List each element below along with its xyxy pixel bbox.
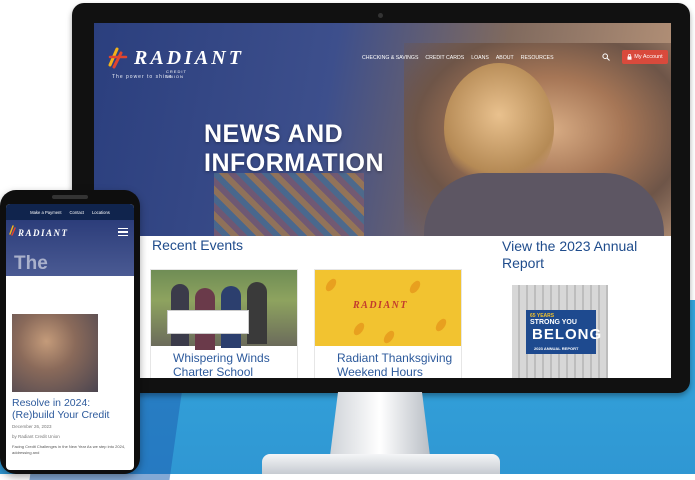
hero-banner: RADIANT CREDIT UNION The power to shine … [94, 23, 671, 236]
phone-link-contact[interactable]: Contact [70, 210, 84, 215]
blog-post-author: by Radiant Credit Union [12, 434, 60, 439]
badge-strong: STRONG YOU [530, 319, 577, 326]
webcam-dot [378, 13, 383, 18]
site-tagline: The power to shine [112, 74, 173, 80]
hamburger-menu-icon[interactable] [118, 228, 128, 237]
monitor-stand-base [262, 454, 500, 474]
card-logo-wordmark: RADIANT [353, 300, 408, 311]
leaf-decoration [433, 316, 449, 334]
blog-post-title[interactable]: Resolve in 2024: (Re)build Your Credit [12, 397, 134, 421]
my-account-button[interactable]: My Account [622, 50, 668, 64]
annual-report-badge: 65 YEARS STRONG YOU BELONG 2023 ANNUAL R… [526, 310, 601, 354]
phone-logo-wordmark[interactable]: RADIANT [18, 228, 69, 238]
nav-credit-cards[interactable]: CREDIT CARDS [425, 55, 464, 61]
blog-heading-line1: The [14, 253, 48, 274]
badge-report: 2023 ANNUAL REPORT [534, 346, 579, 351]
event-card-image [151, 270, 297, 350]
blog-heading-line2: Radiant [14, 276, 84, 297]
blog-post-date: December 26, 2023 [12, 424, 52, 429]
logo-wordmark: RADIANT [134, 47, 244, 69]
event-card-title: Radiant Thanksgiving Weekend Hours [337, 351, 453, 378]
search-icon[interactable] [602, 53, 610, 61]
hero-pillow-image [214, 173, 364, 236]
leaf-decoration [351, 320, 367, 338]
nav-resources[interactable]: RESOURCES [521, 55, 554, 61]
my-account-label: My Account [634, 54, 663, 60]
badge-belong: BELONG [532, 326, 603, 343]
nav-loans[interactable]: LOANS [471, 55, 489, 61]
main-nav: CHECKING & SAVINGS CREDIT CARDS LOANS AB… [362, 55, 554, 61]
annual-report-heading[interactable]: View the 2023 Annual Report [502, 238, 642, 272]
person-figure [247, 282, 267, 344]
blog-post-excerpt: Facing Credit Challenges in the New Year… [12, 444, 126, 455]
nav-about[interactable]: ABOUT [496, 55, 514, 61]
event-card[interactable]: Whispering Winds Charter School Named Ja… [150, 269, 298, 378]
annual-report-image[interactable]: 65 YEARS STRONG YOU BELONG 2023 ANNUAL R… [512, 285, 608, 378]
phone-link-payment[interactable]: Make a Payment [30, 210, 61, 215]
event-card-title: Whispering Winds Charter School Named Ja… [173, 351, 270, 378]
hero-title: NEWS AND INFORMATION [204, 120, 384, 178]
phone-utility-bar: Make a Payment Contact Locations [6, 204, 134, 220]
desktop-screen: RADIANT CREDIT UNION The power to shine … [94, 23, 671, 378]
hero-title-line1: NEWS AND [204, 120, 344, 148]
mobile-phone: Make a Payment Contact Locations RADIANT… [0, 190, 140, 474]
check-image [167, 310, 249, 334]
leaf-decoration [407, 278, 423, 296]
leaf-decoration [381, 328, 397, 346]
phone-screen: Make a Payment Contact Locations RADIANT… [6, 204, 134, 470]
blog-heading: The Radiant Blog [14, 252, 84, 321]
phone-speaker [52, 195, 88, 199]
event-card[interactable]: RADIANT Radiant Thanksgiving Weekend Hou… [314, 269, 462, 378]
nav-checking-savings[interactable]: CHECKING & SAVINGS [362, 55, 418, 61]
lock-icon [627, 54, 632, 60]
hero-sweater-image [424, 173, 664, 236]
monitor-stand-neck [330, 392, 430, 456]
hero-title-line2: INFORMATION [204, 149, 385, 177]
phone-link-locations[interactable]: Locations [92, 210, 110, 215]
radiant-logo-icon [108, 47, 128, 69]
desktop-monitor: RADIANT CREDIT UNION The power to shine … [72, 3, 690, 393]
leaf-decoration [323, 276, 339, 294]
event-card-image: RADIANT [315, 270, 461, 346]
blog-post-image[interactable] [12, 314, 98, 392]
recent-events-heading: Recent Events [152, 237, 244, 253]
